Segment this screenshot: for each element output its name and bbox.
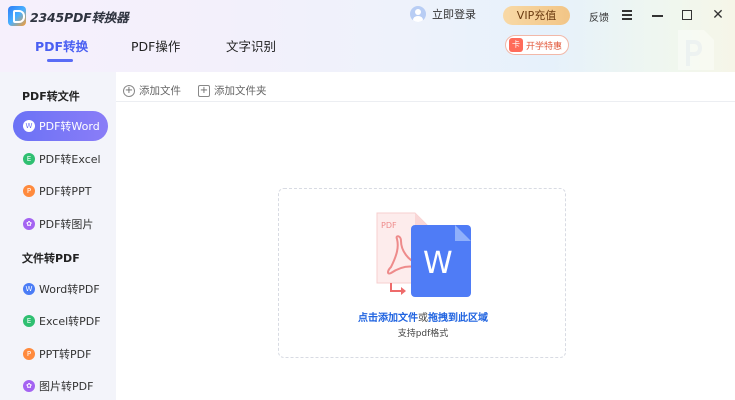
drop-zone-instruction: 点击添加文件或拖拽到此区域 — [279, 309, 567, 324]
section-title-pdf-to-file: PDF转文件 — [22, 90, 80, 103]
sidebar-item-label: 图片转PDF — [39, 380, 94, 393]
sidebar-item-image-to-pdf[interactable]: ✿ 图片转PDF — [13, 371, 108, 400]
maximize-icon[interactable] — [679, 6, 697, 24]
ppt-icon: P — [23, 185, 35, 197]
tab-pdf-convert[interactable]: PDF转换 — [35, 36, 88, 55]
sidebar-item-label: PDF转Excel — [39, 153, 101, 166]
pdf-to-word-illustration-icon: PDF W — [376, 212, 471, 297]
sidebar: PDF转文件 W PDF转Word E PDF转Excel P PDF转PPT … — [0, 72, 116, 400]
drag-here-text: 拖拽到此区域 — [428, 313, 488, 324]
illustration-word-label: W — [423, 246, 453, 281]
app-title: 2345PDF转换器 — [30, 9, 129, 25]
app-logo: 2345PDF转换器 — [8, 6, 129, 26]
add-file-label: 添加文件 — [139, 85, 181, 97]
pdf-watermark-icon — [678, 30, 714, 70]
or-text: 或 — [418, 313, 428, 324]
promo-label: 开学特惠 — [526, 41, 563, 52]
file-drop-zone[interactable]: PDF W 点击添加文件或拖拽到此区域 支持pdf格式 — [278, 188, 566, 358]
add-circle-icon: + — [123, 84, 135, 97]
image-icon: ✿ — [23, 380, 35, 392]
word-icon: W — [23, 283, 35, 295]
ppt-icon: P — [23, 348, 35, 360]
login-label: 立即登录 — [432, 8, 476, 21]
gift-card-icon: 卡 — [509, 38, 523, 52]
word-icon: W — [23, 120, 35, 132]
vip-recharge-button[interactable]: VIP充值 — [503, 6, 570, 25]
sidebar-item-excel-to-pdf[interactable]: E Excel转PDF — [13, 306, 108, 336]
excel-icon: E — [23, 315, 35, 327]
sidebar-item-word-to-pdf[interactable]: W Word转PDF — [13, 274, 108, 304]
tab-text-recognition[interactable]: 文字识别 — [226, 36, 276, 55]
menu-icon[interactable] — [619, 6, 637, 24]
sidebar-item-pdf-to-word[interactable]: W PDF转Word — [13, 111, 108, 141]
excel-icon: E — [23, 153, 35, 165]
add-folder-button[interactable]: + 添加文件夹 — [198, 83, 267, 98]
user-avatar-icon — [410, 6, 426, 22]
sidebar-item-label: PDF转PPT — [39, 185, 92, 198]
sidebar-item-pdf-to-ppt[interactable]: P PDF转PPT — [13, 176, 108, 206]
add-file-button[interactable]: + 添加文件 — [123, 83, 181, 98]
sidebar-item-label: PDF转Word — [39, 120, 100, 133]
sidebar-item-label: PPT转PDF — [39, 348, 92, 361]
active-tab-indicator — [47, 59, 73, 62]
app-logo-icon — [8, 6, 26, 26]
sidebar-item-label: Excel转PDF — [39, 315, 101, 328]
supported-format-hint: 支持pdf格式 — [397, 329, 449, 339]
tab-pdf-operations[interactable]: PDF操作 — [131, 36, 180, 55]
close-icon[interactable]: ✕ — [709, 6, 727, 24]
promo-badge[interactable]: 卡 开学特惠 — [505, 35, 569, 55]
section-title-file-to-pdf: 文件转PDF — [22, 252, 80, 265]
login-button[interactable]: 立即登录 — [410, 6, 476, 22]
sidebar-item-ppt-to-pdf[interactable]: P PPT转PDF — [13, 339, 108, 369]
image-icon: ✿ — [23, 218, 35, 230]
feedback-button[interactable]: 反馈 — [589, 9, 609, 24]
sidebar-item-label: Word转PDF — [39, 283, 100, 296]
click-add-link[interactable]: 点击添加文件 — [358, 313, 418, 324]
sidebar-item-label: PDF转图片 — [39, 218, 94, 231]
sidebar-item-pdf-to-excel[interactable]: E PDF转Excel — [13, 144, 108, 174]
illustration-pdf-label: PDF — [381, 221, 397, 230]
add-folder-icon: + — [198, 84, 210, 97]
title-bar: 2345PDF转换器 立即登录 VIP充值 反馈 ✕ PDF转换 PDF操作 文… — [0, 0, 735, 72]
minimize-icon[interactable] — [649, 6, 667, 24]
add-folder-label: 添加文件夹 — [214, 85, 267, 97]
sidebar-item-pdf-to-image[interactable]: ✿ PDF转图片 — [13, 209, 108, 239]
file-toolbar: + 添加文件 + 添加文件夹 — [116, 72, 735, 102]
